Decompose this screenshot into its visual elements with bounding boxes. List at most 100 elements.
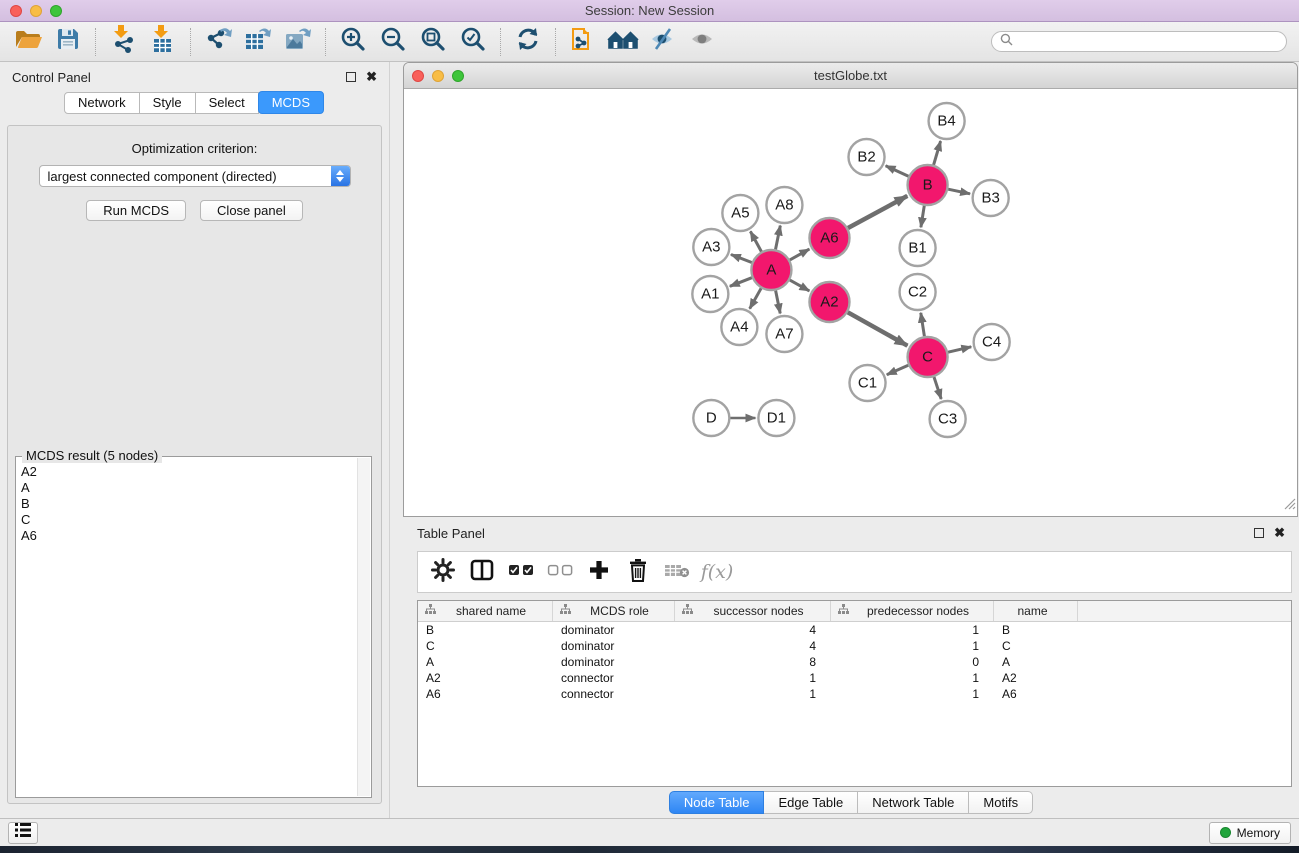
result-item-c[interactable]: C bbox=[21, 512, 357, 528]
table-row-A[interactable]: Adominator80A bbox=[418, 654, 1291, 670]
graph-edge-A-A7[interactable] bbox=[776, 291, 781, 314]
apply-layout-button[interactable] bbox=[508, 26, 548, 58]
graph-edge-A-A5[interactable] bbox=[750, 231, 761, 251]
tab-mcds[interactable]: MCDS bbox=[258, 91, 324, 114]
search-input[interactable] bbox=[1018, 35, 1278, 49]
task-history-button[interactable] bbox=[8, 822, 38, 844]
function-builder-button[interactable]: f(x) bbox=[701, 557, 731, 587]
export-image-button[interactable] bbox=[278, 26, 318, 58]
column-header-MCDS-role[interactable]: MCDS role bbox=[553, 601, 675, 621]
save-session-button[interactable] bbox=[48, 26, 88, 58]
list-icon bbox=[15, 823, 31, 842]
table-row-A2[interactable]: A2connector11A2 bbox=[418, 670, 1291, 686]
column-header-label: name bbox=[994, 604, 1077, 618]
column-header-shared-name[interactable]: shared name bbox=[418, 601, 553, 621]
graph-edge-A-A8[interactable] bbox=[776, 226, 781, 250]
select-all-columns-button[interactable] bbox=[506, 557, 536, 587]
result-item-a[interactable]: A bbox=[21, 480, 357, 496]
close-panel-icon[interactable]: ✖ bbox=[366, 72, 377, 82]
graph-node-label-B: B bbox=[923, 177, 933, 194]
graph-edge-C-C4[interactable] bbox=[948, 347, 971, 352]
tab-network[interactable]: Network bbox=[64, 92, 140, 114]
tab-style[interactable]: Style bbox=[139, 92, 196, 114]
graph-edge-A-A2[interactable] bbox=[790, 280, 810, 291]
show-column-button[interactable] bbox=[467, 557, 497, 587]
import-table-button[interactable] bbox=[143, 26, 183, 58]
cell-MCDS-role: dominator bbox=[553, 639, 675, 653]
cell-name: C bbox=[994, 639, 1078, 653]
network-canvas[interactable]: B4B2BB3A8A5A6A3B1AC2A1A2A4A7C4CC1DD1C3 bbox=[404, 89, 1297, 516]
graph-edge-C-C2[interactable] bbox=[921, 313, 925, 336]
export-table-button[interactable] bbox=[238, 26, 278, 58]
import-table-icon bbox=[150, 25, 176, 58]
plus-icon bbox=[588, 559, 610, 586]
graph-edge-B-B4[interactable] bbox=[934, 141, 941, 165]
graph-edge-A2-C[interactable] bbox=[848, 312, 908, 345]
resize-grip-icon[interactable] bbox=[1283, 497, 1296, 515]
cell-predecessor-nodes: 0 bbox=[831, 655, 994, 669]
run-mcds-button[interactable]: Run MCDS bbox=[86, 200, 186, 221]
tab-select[interactable]: Select bbox=[195, 92, 259, 114]
result-item-a6[interactable]: A6 bbox=[21, 528, 357, 544]
graph-edge-A-A3[interactable] bbox=[731, 255, 752, 263]
result-scrollbar[interactable] bbox=[357, 458, 370, 796]
graph-edge-A-A6[interactable] bbox=[790, 249, 810, 260]
cell-MCDS-role: dominator bbox=[553, 623, 675, 637]
fx-icon: f(x) bbox=[701, 561, 734, 583]
graph-node-label-A8: A8 bbox=[775, 197, 793, 214]
hide-selected-button[interactable] bbox=[643, 26, 683, 58]
unselect-all-columns-button[interactable] bbox=[545, 557, 575, 587]
result-item-a2[interactable]: A2 bbox=[21, 464, 357, 480]
graph-edge-C-C3[interactable] bbox=[934, 377, 941, 399]
network-window-titlebar[interactable]: testGlobe.txt bbox=[404, 63, 1297, 89]
table-settings-button[interactable] bbox=[428, 557, 458, 587]
show-all-button[interactable] bbox=[683, 26, 723, 58]
export-network-button[interactable] bbox=[198, 26, 238, 58]
graph-edge-B-B2[interactable] bbox=[886, 166, 909, 176]
tab-node-table[interactable]: Node Table bbox=[669, 791, 765, 814]
graph-edge-A-A1[interactable] bbox=[730, 278, 752, 287]
column-header-name[interactable]: name bbox=[994, 601, 1078, 621]
import-network-button[interactable] bbox=[103, 26, 143, 58]
new-network-from-selection-button[interactable] bbox=[563, 26, 603, 58]
zoom-fit-button[interactable] bbox=[413, 26, 453, 58]
tab-edge-table[interactable]: Edge Table bbox=[764, 791, 858, 814]
delete-table-button[interactable] bbox=[662, 557, 692, 587]
criterion-select[interactable]: largest connected component (directed) bbox=[39, 165, 351, 187]
zoom-selected-button[interactable] bbox=[453, 26, 493, 58]
result-item-b[interactable]: B bbox=[21, 496, 357, 512]
graph-edge-C-C1[interactable] bbox=[887, 365, 908, 374]
close-panel-button[interactable]: Close panel bbox=[200, 200, 303, 221]
network-view-window: testGlobe.txt B4B2BB3A8A5A6A3B1AC2A1A2A4… bbox=[403, 62, 1298, 517]
first-neighbors-button[interactable] bbox=[603, 26, 643, 58]
float-panel-icon[interactable] bbox=[346, 72, 356, 82]
delete-columns-button[interactable] bbox=[623, 557, 653, 587]
graph-edge-A6-B[interactable] bbox=[848, 196, 907, 228]
unchecked-boxes-icon bbox=[547, 563, 573, 581]
column-header-label: successor nodes bbox=[693, 604, 830, 618]
column-header-successor-nodes[interactable]: successor nodes bbox=[675, 601, 831, 621]
table-row-B[interactable]: Bdominator41B bbox=[418, 622, 1291, 638]
graph-edge-A-A4[interactable] bbox=[750, 288, 761, 308]
eye-icon bbox=[689, 27, 717, 56]
create-column-button[interactable] bbox=[584, 557, 614, 587]
graph-edge-B-B3[interactable] bbox=[948, 189, 970, 194]
tab-network-table[interactable]: Network Table bbox=[858, 791, 969, 814]
tab-motifs[interactable]: Motifs bbox=[969, 791, 1033, 814]
gear-icon bbox=[431, 558, 455, 587]
zoom-out-button[interactable] bbox=[373, 26, 413, 58]
column-header-predecessor-nodes[interactable]: predecessor nodes bbox=[831, 601, 994, 621]
table-row-A6[interactable]: A6connector11A6 bbox=[418, 686, 1291, 702]
table-type-tabs: Node TableEdge TableNetwork TableMotifs bbox=[669, 791, 1033, 814]
float-table-panel-icon[interactable] bbox=[1254, 528, 1264, 538]
memory-button[interactable]: Memory bbox=[1209, 822, 1291, 844]
graph-edge-B-B1[interactable] bbox=[921, 206, 924, 228]
search-field[interactable] bbox=[991, 31, 1287, 52]
table-row-C[interactable]: Cdominator41C bbox=[418, 638, 1291, 654]
graph-node-label-C2: C2 bbox=[908, 284, 927, 301]
zoom-in-button[interactable] bbox=[333, 26, 373, 58]
control-panel-tabs: NetworkStyleSelectMCDS bbox=[0, 92, 389, 114]
graph-node-label-A: A bbox=[766, 262, 776, 279]
close-table-panel-icon[interactable]: ✖ bbox=[1274, 528, 1285, 538]
open-session-button[interactable] bbox=[8, 26, 48, 58]
